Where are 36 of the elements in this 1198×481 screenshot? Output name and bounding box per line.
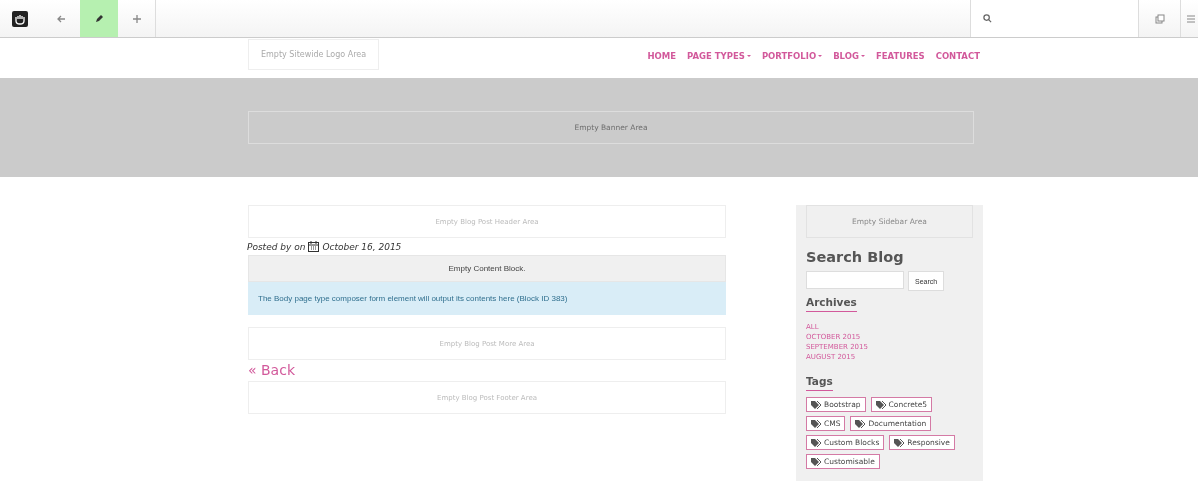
composer-note: The Body page type composer form element will output its contents here (Block ID 383) xyxy=(248,282,726,315)
tags-heading: Tags xyxy=(806,375,833,391)
back-link[interactable]: « Back xyxy=(248,360,726,381)
logo-area: Empty Sitewide Logo Area xyxy=(248,39,380,70)
nav-link[interactable]: HOME xyxy=(647,51,676,61)
post-date: October 16, 2015 xyxy=(322,241,402,252)
tag-icon xyxy=(811,419,821,428)
nav-link[interactable]: PAGE TYPES xyxy=(687,51,751,61)
search-field[interactable] xyxy=(970,0,1138,37)
plus-icon xyxy=(131,13,142,24)
tag-icon xyxy=(811,400,821,409)
sliders-icon xyxy=(1187,13,1195,24)
tag-icon xyxy=(855,419,866,428)
byline: Posted by on xyxy=(247,241,306,252)
nav-link[interactable]: PORTFOLIO xyxy=(761,51,823,61)
copy-icon xyxy=(1154,13,1165,24)
tag-icon xyxy=(811,457,821,466)
nav-link[interactable]: BLOG xyxy=(833,51,865,61)
search-input[interactable] xyxy=(806,271,904,289)
caret-icon xyxy=(860,55,865,57)
search-icon xyxy=(983,14,992,23)
pencil-icon xyxy=(94,13,104,24)
tag-icon xyxy=(875,400,886,409)
archives-heading: Archives xyxy=(806,296,857,312)
content-block: Empty Content Block. xyxy=(248,255,726,282)
caret-icon xyxy=(818,55,823,57)
arrow-left-icon xyxy=(56,13,66,24)
calendar-icon xyxy=(308,241,320,252)
nav-link[interactable]: CONTACT xyxy=(935,51,980,61)
settings-button[interactable] xyxy=(1180,0,1198,37)
nav-link[interactable]: FEATURES xyxy=(875,51,925,61)
caret-icon xyxy=(746,55,751,57)
search-heading: Search Blog xyxy=(806,249,905,265)
edit-button[interactable] xyxy=(80,0,118,37)
tag-icon xyxy=(811,438,821,447)
tag-icon xyxy=(894,438,905,447)
